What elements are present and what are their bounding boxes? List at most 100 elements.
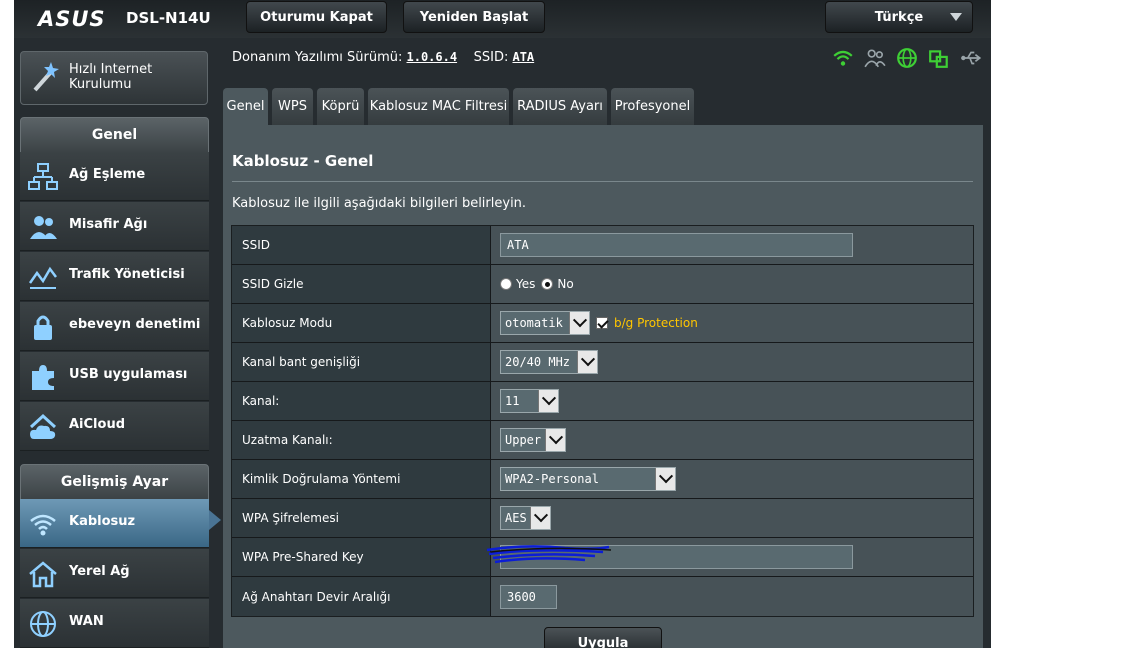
sidebar-item-network-map[interactable]: Ağ Eşleme: [20, 152, 209, 201]
field-label: Uzatma Kanalı:: [232, 421, 491, 459]
extension-channel-select[interactable]: Upper: [500, 428, 566, 452]
wps-status-icon[interactable]: [928, 47, 950, 69]
info-bar: Donanım Yazılımı Sürümü: 1.0.6.4 SSID: A…: [232, 50, 534, 65]
status-icons: [832, 47, 982, 69]
select-value: Upper: [505, 433, 542, 447]
field-label: Kanal:: [232, 382, 491, 420]
logout-button[interactable]: Oturumu Kapat: [246, 1, 387, 33]
tab-general[interactable]: Genel: [223, 88, 268, 125]
form-row-extension-channel: Uzatma Kanalı: Upper: [232, 421, 973, 460]
sidebar-item-label: WAN: [69, 614, 104, 629]
form-row-auth-method: Kimlik Doğrulama Yöntemi WPA2-Personal: [232, 460, 973, 499]
sidebar-item-label: AiCloud: [69, 417, 126, 432]
globe-icon: [30, 611, 56, 637]
firmware-label: Donanım Yazılımı Sürümü:: [232, 50, 403, 65]
active-item-arrow: [209, 510, 221, 530]
ssid-hide-yes-radio[interactable]: [500, 278, 512, 290]
wireless-mode-select[interactable]: otomatik: [500, 311, 590, 335]
asus-logo: ASUS: [38, 7, 106, 31]
wifi-status-icon[interactable]: [832, 47, 854, 69]
chevron-down-icon: [950, 13, 962, 21]
bg-protection-label: b/g Protection: [614, 316, 698, 330]
select-value: 11: [505, 394, 520, 408]
radio-label-yes: Yes: [516, 277, 536, 291]
sidebar-item-label: Trafik Yöneticisi: [69, 267, 185, 282]
form-row-wpa-encryption: WPA Şifrelemesi AES: [232, 499, 973, 538]
sidebar-item-label: USB uygulaması: [69, 367, 188, 382]
field-label: SSID: [232, 226, 491, 264]
quick-setup-label: Hızlı Internet Kurulumu: [69, 62, 153, 92]
sidebar-item-wireless[interactable]: Kablosuz: [20, 499, 209, 548]
radio-label-no: No: [557, 277, 574, 291]
sidebar-item-label: Kablosuz: [69, 514, 136, 529]
content-panel: Kablosuz - Genel Kablosuz ile ilgili aşa…: [223, 125, 983, 648]
tab-bridge[interactable]: Köprü: [317, 88, 364, 125]
chevron-down-icon: [545, 429, 565, 451]
ssid-input[interactable]: ATA: [500, 233, 853, 257]
auth-method-select[interactable]: WPA2-Personal: [500, 467, 676, 491]
bandwidth-select[interactable]: 20/40 MHz: [500, 350, 598, 374]
select-value: 20/40 MHz: [505, 355, 571, 369]
lock-icon: [34, 315, 52, 340]
network-map-icon: [28, 163, 58, 190]
redaction-scribble: [486, 545, 612, 564]
general-section-heading: Genel: [20, 117, 209, 153]
form-row-wpa-psk: WPA Pre-Shared Key: [232, 538, 973, 577]
wpa-encryption-select[interactable]: AES: [500, 506, 551, 530]
sidebar-item-parental-control[interactable]: ebeveyn denetimi: [20, 302, 209, 351]
sidebar-item-traffic-manager[interactable]: Trafik Yöneticisi: [20, 252, 209, 301]
field-label: WPA Şifrelemesi: [232, 499, 491, 537]
ssid-link[interactable]: ATA: [512, 50, 534, 64]
select-value: AES: [505, 511, 527, 525]
apply-button[interactable]: Uygula: [544, 627, 662, 648]
clients-icon[interactable]: [864, 47, 886, 69]
wifi-icon: [30, 514, 56, 536]
home-icon: [29, 561, 57, 588]
reboot-button[interactable]: Yeniden Başlat: [403, 1, 545, 33]
language-select[interactable]: Türkçe: [825, 1, 973, 33]
field-label: WPA Pre-Shared Key: [232, 538, 491, 576]
internet-status-icon[interactable]: [896, 47, 918, 69]
sidebar-item-label: Misafir Ağı: [69, 217, 148, 232]
chevron-down-icon: [569, 312, 589, 334]
cloud-icon: [29, 413, 57, 439]
page-title: Kablosuz - Genel: [232, 152, 374, 170]
form-row-bandwidth: Kanal bant genişliği 20/40 MHz: [232, 343, 973, 382]
model-name: DSL-N14U: [126, 9, 211, 27]
chevron-down-icon: [530, 507, 550, 529]
sidebar-item-guest-network[interactable]: Misafir Ağı: [20, 202, 209, 251]
ssid-label: SSID:: [473, 50, 509, 65]
sidebar-item-lan[interactable]: Yerel Ağ: [20, 549, 209, 598]
select-value: otomatik: [505, 316, 563, 330]
sidebar-item-label: ebeveyn denetimi: [69, 317, 201, 332]
firmware-version-link[interactable]: 1.0.6.4: [407, 50, 458, 64]
sidebar-item-aicloud[interactable]: AiCloud: [20, 402, 209, 451]
page-description: Kablosuz ile ilgili aşağıdaki bilgileri …: [232, 196, 527, 211]
sidebar-item-wan[interactable]: WAN: [20, 599, 209, 648]
top-header: ASUS DSL-N14U Oturumu Kapat Yeniden Başl…: [14, 0, 991, 38]
chevron-down-icon: [538, 390, 558, 412]
form-row-key-rotation: Ağ Anahtarı Devir Aralığı 3600: [232, 577, 973, 616]
form-row-ssid: SSID ATA: [232, 226, 973, 265]
tab-radius[interactable]: RADIUS Ayarı: [513, 88, 607, 125]
tab-professional[interactable]: Profesyonel: [611, 88, 694, 125]
magic-wand-icon: [33, 62, 59, 92]
field-label: Kimlik Doğrulama Yöntemi: [232, 460, 491, 498]
field-label: SSID Gizle: [232, 265, 491, 303]
traffic-manager-icon: [28, 266, 57, 289]
bg-protection-checkbox[interactable]: [596, 317, 608, 329]
key-rotation-input[interactable]: 3600: [500, 584, 557, 609]
tab-wps[interactable]: WPS: [272, 88, 313, 125]
channel-select[interactable]: 11: [500, 389, 559, 413]
tab-mac-filter[interactable]: Kablosuz MAC Filtresi: [368, 88, 509, 125]
form-row-channel: Kanal: 11: [232, 382, 973, 421]
form-row-ssid-hide: SSID Gizle Yes No: [232, 265, 973, 304]
puzzle-icon: [32, 365, 54, 390]
quick-internet-setup-button[interactable]: Hızlı Internet Kurulumu: [20, 51, 208, 105]
select-value: WPA2-Personal: [505, 472, 599, 486]
sidebar-item-usb-application[interactable]: USB uygulaması: [20, 352, 209, 401]
ssid-hide-no-radio[interactable]: [541, 278, 554, 290]
chevron-down-icon: [655, 468, 675, 490]
usb-icon[interactable]: [960, 47, 982, 69]
sidebar-item-label: Yerel Ağ: [69, 564, 130, 579]
